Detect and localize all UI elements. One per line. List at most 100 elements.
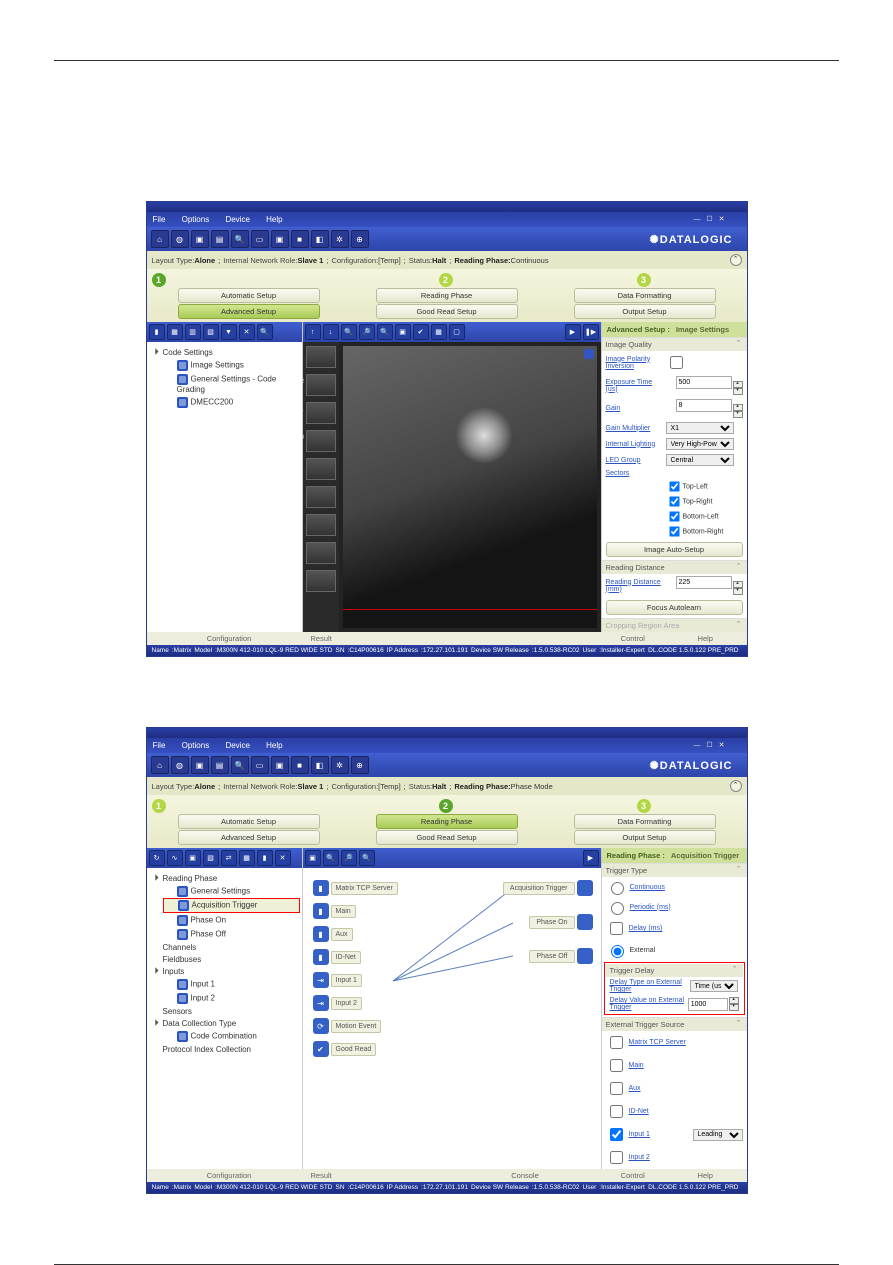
good-read-setup-button[interactable]: Good Read Setup (376, 830, 518, 845)
section-reading-distance[interactable]: Reading Distance (602, 561, 747, 574)
doc-icon[interactable]: ▤ (211, 230, 229, 248)
gain-spinner[interactable]: ▴▾ (733, 404, 743, 418)
ets-in1-select[interactable]: Leading (693, 1129, 743, 1141)
thumbnail[interactable]: 5 (306, 570, 336, 592)
intlight-label[interactable]: Internal Lighting (606, 441, 666, 448)
search-icon[interactable]: 🔍 (231, 230, 249, 248)
home-icon[interactable]: ⌂ (151, 230, 169, 248)
tree-code-combination[interactable]: Code Combination (149, 1029, 300, 1043)
record-icon[interactable]: ■ (291, 756, 309, 774)
ets-idnet-checkbox[interactable] (610, 1105, 623, 1118)
menu-options[interactable]: Options (182, 741, 210, 750)
tree-dct[interactable]: Data Collection Type (149, 1017, 300, 1029)
configuration-tab[interactable]: Configuration (152, 634, 307, 643)
ets-aux-label[interactable]: Aux (629, 1085, 641, 1092)
ets-tcp-label[interactable]: Matrix TCP Server (629, 1039, 686, 1046)
up-icon[interactable]: ↑ (305, 324, 321, 340)
menu-device[interactable]: Device (225, 215, 249, 224)
exposure-spinner[interactable]: ▴▾ (733, 381, 743, 395)
save-icon[interactable]: ▣ (191, 756, 209, 774)
tree-general-settings[interactable]: General Settings - Code Grading (149, 372, 300, 395)
good-read-setup-button[interactable]: Good Read Setup (376, 304, 518, 319)
ledgroup-select[interactable]: Central (666, 454, 734, 466)
reading-phase-button[interactable]: Reading Phase (376, 814, 518, 829)
camera-icon[interactable]: ▣ (305, 850, 321, 866)
menu-file[interactable]: File (153, 215, 166, 224)
br-checkbox[interactable] (669, 526, 679, 536)
menu-help[interactable]: Help (266, 215, 282, 224)
check-icon[interactable]: ✔ (413, 324, 429, 340)
zoom-out-icon[interactable]: 🔎 (359, 324, 375, 340)
reading-phase-button[interactable]: Reading Phase (376, 288, 518, 303)
image-icon[interactable]: ▧ (203, 850, 219, 866)
tab-reading-phase[interactable]: Reading Phase : (607, 851, 665, 860)
delete-icon[interactable]: ✕ (239, 324, 255, 340)
monitor-icon[interactable]: ▭ (251, 756, 269, 774)
camera-icon[interactable]: ▣ (271, 230, 289, 248)
camera-icon[interactable]: ▣ (271, 756, 289, 774)
down-icon[interactable]: ↓ (323, 324, 339, 340)
section-cropping[interactable]: Cropping Region Area (602, 619, 747, 632)
node-tcp[interactable]: ▮Matrix TCP Server (313, 880, 398, 896)
live-image[interactable] (343, 346, 597, 628)
ets-aux-checkbox[interactable] (610, 1082, 623, 1095)
delay-label[interactable]: Delay (ms) (629, 925, 663, 932)
rdist-input[interactable] (676, 576, 732, 589)
thumbnail[interactable]: 8 (306, 486, 336, 508)
section-trigger-delay[interactable]: Trigger Delay (606, 964, 743, 977)
web-icon[interactable]: ◍ (171, 756, 189, 774)
rdist-label[interactable]: Reading Distance (mm) (606, 579, 666, 593)
camera-icon[interactable]: ▣ (185, 850, 201, 866)
qr-icon[interactable]: ▦ (167, 324, 183, 340)
ets-idnet-label[interactable]: ID-Net (629, 1108, 649, 1115)
tree-fieldbuses[interactable]: Fieldbuses (149, 953, 300, 965)
zoom-icon[interactable]: 🔍 (257, 324, 273, 340)
settings-icon[interactable]: ✲ (331, 230, 349, 248)
barcode-icon[interactable]: ▮ (257, 850, 273, 866)
tree-code-settings[interactable]: Code Settings (149, 346, 300, 358)
control-tab[interactable]: Control (597, 634, 670, 643)
tree-dmecc200[interactable]: DMECC200 (149, 395, 300, 409)
section-image-quality[interactable]: Image Quality (602, 338, 747, 351)
refresh-icon[interactable]: ↻ (149, 850, 165, 866)
collapse-icon[interactable]: ⌃ (730, 254, 742, 266)
window-controls-icon[interactable]: — ☐ ✕ (693, 215, 726, 223)
tree-inputs[interactable]: Inputs (149, 965, 300, 977)
barcode2-icon[interactable]: ▥ (185, 324, 201, 340)
settings-icon[interactable]: ✲ (331, 756, 349, 774)
dtype-label[interactable]: Delay Type on External Trigger (610, 979, 690, 993)
tree-pic[interactable]: Protocol Index Collection (149, 1043, 300, 1055)
pulse-icon[interactable]: ∿ (167, 850, 183, 866)
automatic-setup-button[interactable]: Automatic Setup (178, 288, 320, 303)
zoom-in-icon[interactable]: 🔍 (323, 850, 339, 866)
tree-phase-off[interactable]: Phase Off (149, 927, 300, 941)
node-goodread[interactable]: ✔Good Read (313, 1041, 377, 1057)
ets-main-label[interactable]: Main (629, 1062, 644, 1069)
gainmul-label[interactable]: Gain Multiplier (606, 425, 666, 432)
ets-in2-checkbox[interactable] (610, 1151, 623, 1164)
thumbnail[interactable]: 12 (306, 374, 336, 396)
tab-acquisition-trigger[interactable]: Acquisition Trigger (671, 851, 739, 860)
control-tab[interactable]: Control (597, 1171, 670, 1180)
help-tab[interactable]: Help (669, 634, 742, 643)
data-formatting-button[interactable]: Data Formatting (574, 814, 716, 829)
tab-advanced-setup[interactable]: Advanced Setup : (607, 325, 670, 334)
frame-settings-icon[interactable] (584, 349, 594, 359)
tree-general-settings[interactable]: General Settings (149, 884, 300, 898)
target-icon[interactable]: ⊕ (351, 230, 369, 248)
link-icon[interactable]: ◧ (311, 230, 329, 248)
data-formatting-button[interactable]: Data Formatting (574, 288, 716, 303)
continuous-label[interactable]: Continuous (630, 884, 665, 891)
ets-main-checkbox[interactable] (610, 1059, 623, 1072)
bl-checkbox[interactable] (669, 511, 679, 521)
gainmul-select[interactable]: X1 (666, 422, 734, 434)
dval-input[interactable] (688, 998, 728, 1011)
next-icon[interactable]: ❚▶ (583, 324, 599, 340)
web-icon[interactable]: ◍ (171, 230, 189, 248)
output-setup-button[interactable]: Output Setup (574, 304, 716, 319)
polarity-checkbox[interactable] (670, 356, 683, 369)
periodic-label[interactable]: Periodic (ms) (630, 904, 671, 911)
menu-file[interactable]: File (153, 741, 166, 750)
thumbnail[interactable]: 10 (306, 430, 336, 452)
thumbnail[interactable] (306, 346, 336, 368)
